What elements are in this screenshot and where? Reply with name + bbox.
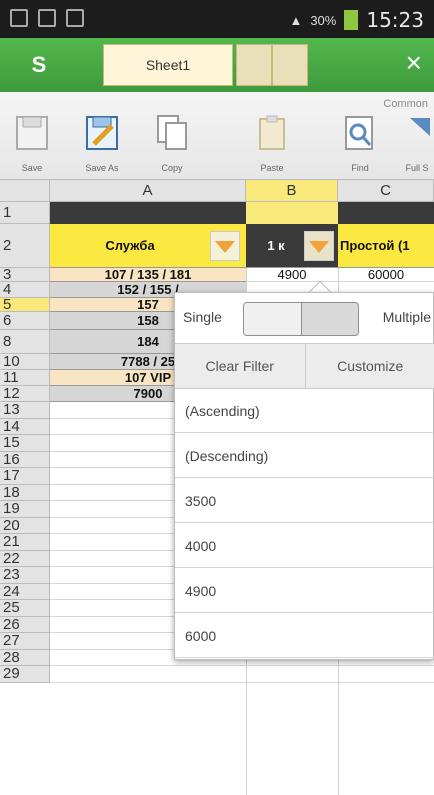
row1-cell-a[interactable] (50, 202, 246, 224)
row-header[interactable]: 15 (0, 434, 50, 452)
battery-level: 30% (310, 12, 337, 28)
selection-mode-toggle[interactable] (243, 302, 359, 336)
gallery-icon (10, 9, 28, 27)
clock: 15:23 (366, 8, 424, 32)
column-header-a[interactable]: A (50, 180, 246, 202)
filter-popup: Single Multiple Clear Filter Customize (… (174, 292, 434, 660)
row-header[interactable]: 16 (0, 451, 50, 468)
app-logo[interactable]: S (8, 44, 70, 86)
row-header[interactable]: 5 (0, 297, 50, 312)
row-header[interactable]: 6 (0, 312, 50, 330)
row-header[interactable]: 19 (0, 500, 50, 518)
tab-sheet1[interactable]: Sheet1 (103, 44, 233, 86)
row-header[interactable]: 3 (0, 267, 50, 282)
save-icon (16, 116, 48, 150)
save-as-icon (86, 116, 118, 150)
tab-empty-1[interactable] (236, 44, 272, 86)
row-header[interactable]: 26 (0, 616, 50, 633)
filter-option[interactable]: (Descending) (175, 434, 434, 478)
grid-line (50, 681, 434, 683)
row-header[interactable]: 1 (0, 202, 50, 224)
row1-cell-b[interactable] (246, 202, 338, 224)
cell-a[interactable]: 107 / 135 / 181 (50, 268, 246, 282)
filter-option[interactable]: 6000 (175, 614, 434, 658)
tab-empty-2[interactable] (272, 44, 308, 86)
full-screen-button[interactable]: Full S (400, 114, 434, 173)
clear-filter-button[interactable]: Clear Filter (175, 344, 305, 388)
multiple-label: Multiple (382, 309, 431, 325)
row-header[interactable]: 13 (0, 401, 50, 419)
copy-button[interactable]: Copy (142, 114, 202, 173)
save-button[interactable]: Save (2, 114, 62, 173)
row-header[interactable]: 21 (0, 533, 50, 551)
chevron-down-icon (215, 241, 235, 253)
filter-option[interactable]: 4000 (175, 524, 434, 568)
wifi-icon: ▲ (289, 12, 303, 28)
filter-dropdown-b[interactable] (304, 231, 334, 261)
row-header[interactable]: 29 (0, 665, 50, 683)
paste-icon (259, 115, 285, 150)
selection-mode-row: Single Multiple (175, 293, 434, 345)
full-screen-icon (410, 118, 430, 136)
row-header[interactable]: 28 (0, 649, 50, 666)
row-header[interactable]: 11 (0, 370, 50, 386)
mail-icon (66, 9, 84, 27)
title-bar: S Sheet1 × (0, 38, 434, 92)
status-bar: ▲ 30% 15:23 (0, 0, 434, 38)
row-header[interactable]: 2 (0, 224, 50, 268)
header-cell-b[interactable]: 1 к (246, 224, 338, 268)
column-header-b[interactable]: B (246, 180, 338, 202)
select-all-corner[interactable] (0, 180, 50, 202)
row-header[interactable]: 20 (0, 517, 50, 534)
filter-option[interactable]: 3500 (175, 479, 434, 523)
usb-icon (38, 9, 56, 27)
single-label: Single (183, 309, 222, 325)
find-button[interactable]: Find (330, 114, 390, 173)
row-header[interactable]: 10 (0, 354, 50, 370)
save-as-button[interactable]: Save As (72, 114, 132, 173)
row-header[interactable]: 24 (0, 583, 50, 600)
column-header-c[interactable]: C (338, 180, 434, 202)
row1-cell-c[interactable] (338, 202, 434, 224)
filter-option[interactable]: (Ascending) (175, 389, 434, 433)
row-header[interactable]: 22 (0, 550, 50, 567)
row-header[interactable]: 23 (0, 566, 50, 584)
filter-dropdown-a[interactable] (210, 231, 240, 261)
row-header[interactable]: 27 (0, 632, 50, 650)
battery-icon (344, 10, 359, 30)
find-icon (345, 116, 373, 150)
grid-line (50, 665, 434, 666)
header-cell-c[interactable]: Простой (1 (338, 224, 434, 268)
close-button[interactable]: × (406, 48, 422, 78)
row-header[interactable]: 18 (0, 484, 50, 501)
cell-b[interactable]: 4900 (246, 268, 338, 282)
customize-button[interactable]: Customize (304, 344, 434, 388)
chevron-down-icon (309, 241, 329, 253)
notification-icons (10, 9, 84, 27)
row-header[interactable]: 14 (0, 418, 50, 435)
toolbar: Common Save Save As Copy Paste Find Full… (0, 92, 434, 180)
cell-c[interactable]: 60000 (338, 268, 434, 282)
row-header[interactable]: 12 (0, 386, 50, 402)
row-header[interactable]: 8 (0, 330, 50, 354)
filter-option[interactable]: 4900 (175, 569, 434, 613)
copy-icon (157, 115, 187, 150)
toggle-knob[interactable] (244, 303, 302, 335)
row-header[interactable]: 25 (0, 599, 50, 617)
row-header[interactable]: 17 (0, 467, 50, 485)
header-cell-a[interactable]: Служба (50, 224, 246, 268)
toolbar-group-label: Common (383, 98, 428, 110)
filter-actions: Clear Filter Customize (175, 343, 434, 389)
paste-button[interactable]: Paste (242, 114, 302, 173)
